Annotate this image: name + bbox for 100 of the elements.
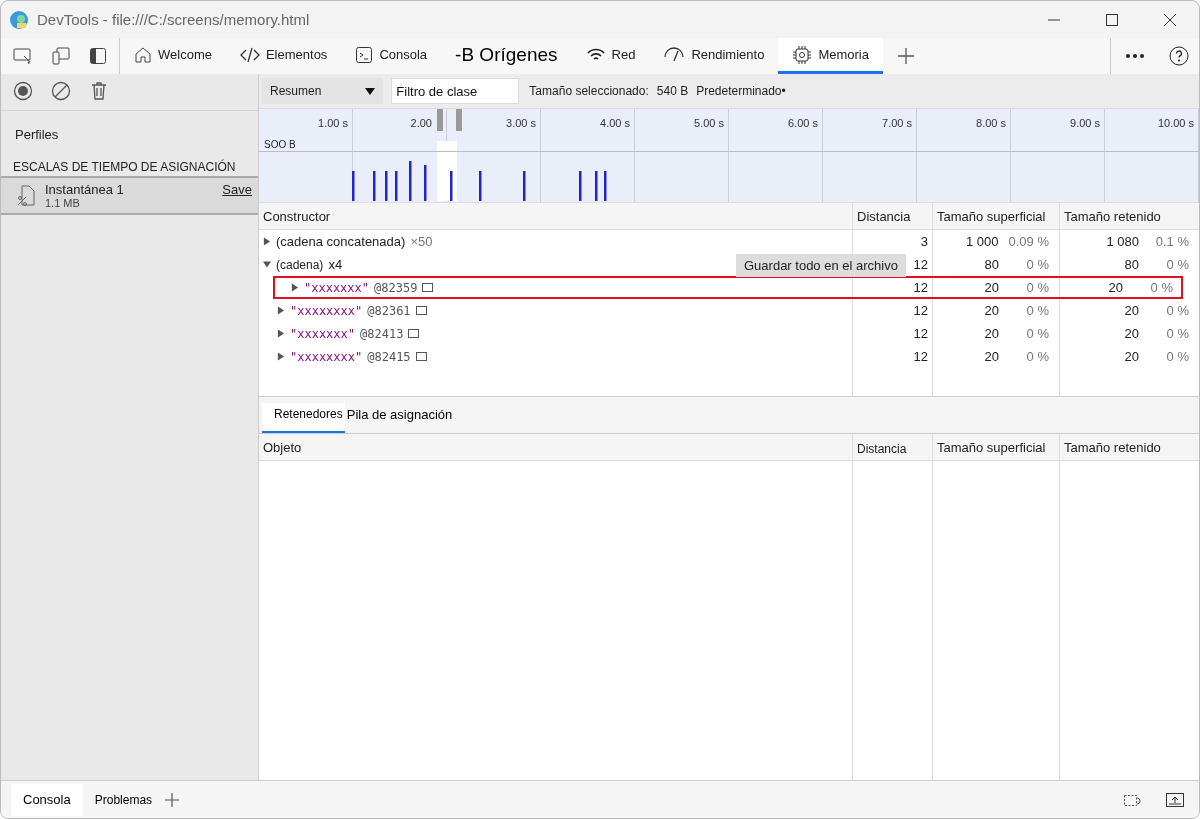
- table-cell: 80: [984, 257, 999, 272]
- column-header[interactable]: Tamaño retenido: [1059, 434, 1199, 460]
- save-link[interactable]: Save: [222, 182, 252, 197]
- panel-tab[interactable]: -B Orígenes: [441, 38, 572, 74]
- column-header[interactable]: Objeto: [259, 434, 852, 460]
- table-cell-text: 0.1 %: [1154, 234, 1189, 249]
- table-cell: 0.09 %: [1008, 234, 1049, 249]
- time-tick-label: 9.00 s: [1070, 117, 1100, 129]
- table-cell-text: 0 %: [1025, 303, 1049, 318]
- snapshot-file-icon: [17, 184, 35, 207]
- table-row[interactable]: "xxxxxxx" @82359 12 20 0 % 20 0 %: [273, 276, 1183, 299]
- expanded-triangle-icon[interactable]: [263, 260, 271, 269]
- table-cell: 20: [984, 326, 999, 341]
- string-value: "xxxxxxxx": [290, 303, 363, 318]
- panel-tab[interactable]: Rendimiento: [649, 38, 779, 74]
- drawer-tab[interactable]: Consola: [11, 783, 83, 816]
- trash-icon[interactable]: [89, 81, 109, 101]
- preset-label: Predeterminado•: [696, 84, 786, 98]
- column-header[interactable]: Tamaño superficial: [932, 203, 1059, 229]
- table-row[interactable]: "xxxxxxxx" @82415 12 20 0 % 20 0 %: [259, 345, 1199, 368]
- table-cell-text: 0 %: [1165, 349, 1189, 364]
- class-filter-field[interactable]: Filtro de clase: [391, 78, 520, 104]
- table-cell: 20: [1124, 303, 1139, 318]
- view-dropdown[interactable]: Resumen: [262, 78, 384, 104]
- time-tick-label: 3.00 s: [506, 117, 536, 129]
- sidebar-panel-icon[interactable]: [89, 47, 107, 65]
- table-cell-text: 0 %: [1025, 257, 1049, 272]
- table-cell: 80: [1124, 257, 1139, 272]
- reveal-box-icon[interactable]: [408, 329, 420, 338]
- maximize-icon[interactable]: [1105, 12, 1119, 27]
- panel-tab[interactable]: Elementos: [225, 38, 342, 74]
- table-cell: 1 080: [1106, 234, 1139, 249]
- string-value: "xxxxxxxx": [290, 349, 363, 364]
- snapshot-item[interactable]: Instantánea 1 1.1 MB Save: [1, 178, 258, 215]
- table-row[interactable]: "xxxxxxx" @82413 12 20 0 % 20 0 %: [259, 322, 1199, 345]
- column-header[interactable]: Distancia: [852, 434, 932, 460]
- string-value: "xxxxxxx": [290, 326, 356, 341]
- table-cell: 3: [852, 230, 932, 253]
- table-cell-text: 0 %: [1025, 280, 1049, 295]
- drawer-tab[interactable]: Problemas: [82, 783, 165, 816]
- time-tick-label: 10.00 s: [1157, 117, 1194, 129]
- table-row[interactable]: (cadena concatenada) ×50 3 1 000 0.09 % 1 080 0.1 %: [259, 230, 1199, 253]
- time-tick-label: 8.00 s: [976, 117, 1006, 129]
- table-cell: 12: [852, 322, 932, 345]
- column-header[interactable]: Constructor: [259, 203, 852, 229]
- table-row[interactable]: "xxxxxxxx" @82361 12 20 0 % 20 0 %: [259, 299, 1199, 322]
- inspect-cursor-icon[interactable]: [13, 47, 33, 65]
- collapsed-triangle-icon[interactable]: [277, 329, 285, 338]
- table-cell: 20: [1124, 326, 1139, 341]
- profiles-heading: Perfiles: [14, 126, 60, 144]
- constructor-name: (cadena): [276, 257, 324, 272]
- lower-tab[interactable]: Retenedores: [262, 403, 345, 433]
- collapsed-triangle-icon[interactable]: [291, 283, 299, 292]
- reveal-box-icon[interactable]: [422, 283, 434, 292]
- collapsed-triangle-icon[interactable]: [263, 237, 271, 246]
- dropdown-caret-icon: [365, 87, 376, 95]
- more-options-icon[interactable]: [1125, 53, 1145, 59]
- home-icon: [134, 45, 152, 64]
- snapshot-name: Instantánea 1: [45, 182, 125, 197]
- code-icon: [239, 45, 260, 64]
- help-icon[interactable]: [1169, 46, 1189, 66]
- device-icon[interactable]: [51, 47, 71, 65]
- collapsed-triangle-icon[interactable]: [277, 352, 285, 361]
- add-tab-icon[interactable]: [164, 791, 181, 808]
- panel-tab[interactable]: Welcome: [120, 38, 226, 74]
- object-id: @82413: [360, 326, 404, 341]
- object-id: @82415: [367, 349, 411, 364]
- range-handle[interactable]: [437, 109, 443, 131]
- reveal-box-icon[interactable]: [415, 352, 427, 361]
- wifi-icon: [585, 46, 606, 63]
- undock-icon[interactable]: [1165, 791, 1185, 808]
- column-header[interactable]: Tamaño superficial: [932, 434, 1059, 460]
- lower-tab[interactable]: Pila de asignación: [344, 403, 455, 433]
- column-header[interactable]: Tamaño retenido: [1059, 203, 1199, 229]
- object-id: @82359: [374, 280, 418, 295]
- time-tick-label: 4.00 s: [600, 117, 630, 129]
- table-cell-text: 0 %: [1165, 257, 1189, 272]
- constructor-name: (cadena concatenada): [276, 234, 406, 249]
- table-cell: 12: [852, 345, 932, 368]
- range-handle[interactable]: [456, 109, 462, 131]
- column-header[interactable]: Distancia: [852, 203, 932, 229]
- time-tick-label: 6.00 s: [788, 117, 818, 129]
- panel-tab[interactable]: Red: [571, 38, 650, 74]
- panel-tab[interactable]: Memoria: [778, 38, 883, 74]
- table-cell-text: 0 %: [1149, 280, 1173, 295]
- time-tick-label: 1.00 s: [318, 117, 348, 129]
- add-tab-icon[interactable]: [896, 47, 915, 65]
- panel-tab[interactable]: Consola: [341, 38, 442, 74]
- instance-count: x4: [328, 257, 343, 272]
- instance-count: ×50: [410, 234, 433, 249]
- chip-icon: [792, 44, 813, 65]
- close-icon[interactable]: [1163, 12, 1177, 27]
- window-title: DevTools - file:///C:/screens/memory.html: [37, 11, 310, 28]
- record-icon[interactable]: [13, 81, 33, 101]
- reveal-box-icon[interactable]: [415, 306, 427, 315]
- clear-icon[interactable]: [51, 81, 71, 101]
- collapsed-triangle-icon[interactable]: [277, 306, 285, 315]
- table-cell-text: 0 %: [1025, 349, 1049, 364]
- tooltip: Guardar todo en el archivo: [736, 254, 906, 277]
- console-icon: [355, 45, 374, 64]
